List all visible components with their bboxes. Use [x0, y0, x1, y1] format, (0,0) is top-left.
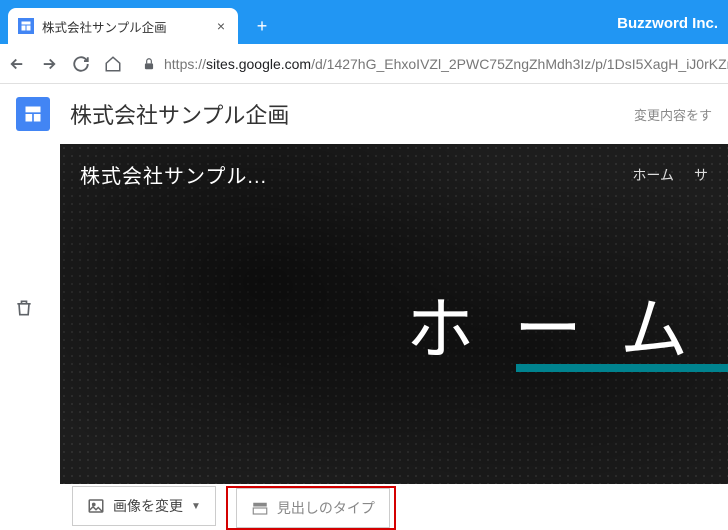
save-status: 変更内容をす [634, 105, 712, 124]
annotation-highlight: 見出しのタイプ [226, 486, 396, 530]
browser-toolbar: https://sites.google.com/d/1427hG_EhxoIV… [0, 44, 728, 84]
home-button[interactable] [104, 55, 122, 73]
url-text: https://sites.google.com/d/1427hG_EhxoIV… [164, 56, 728, 72]
editor-area: 株式会社サンプル... ホーム サ ホーム 画像を変更 ▼ 見出しのタイプ [60, 144, 728, 530]
nav-link-next[interactable]: サ [694, 165, 708, 185]
tab-close-icon[interactable]: × [214, 19, 228, 33]
header-controls: 画像を変更 ▼ 見出しのタイプ [72, 486, 396, 530]
change-image-button[interactable]: 画像を変更 ▼ [72, 486, 216, 526]
app-header: 株式会社サンプル企画 変更内容をす [0, 84, 728, 144]
forward-button[interactable] [40, 55, 58, 73]
heading-type-label: 見出しのタイプ [277, 498, 375, 518]
sites-logo-icon[interactable] [16, 97, 50, 131]
site-nav: ホーム サ [632, 165, 708, 185]
lock-icon [142, 57, 156, 71]
document-title[interactable]: 株式会社サンプル企画 [70, 98, 289, 130]
page-header-section[interactable]: 株式会社サンプル... ホーム サ ホーム [60, 144, 728, 484]
hero-text-selection [516, 364, 728, 372]
window-brand: Buzzword Inc. [617, 15, 728, 44]
tab-title: 株式会社サンプル企画 [42, 17, 206, 36]
site-header-bar: 株式会社サンプル... ホーム サ [80, 160, 708, 189]
browser-tab[interactable]: 株式会社サンプル企画 × [8, 8, 238, 44]
chevron-down-icon: ▼ [191, 501, 201, 512]
heading-type-button[interactable]: 見出しのタイプ [236, 488, 390, 528]
new-tab-button[interactable]: + [248, 12, 276, 40]
sites-favicon [18, 18, 34, 34]
reload-button[interactable] [72, 55, 90, 73]
browser-titlebar: 株式会社サンプル企画 × + Buzzword Inc. [0, 0, 728, 44]
address-bar[interactable]: https://sites.google.com/d/1427hG_EhxoIV… [136, 56, 728, 72]
header-layout-icon [251, 499, 269, 517]
back-button[interactable] [8, 55, 26, 73]
nav-link-home[interactable]: ホーム [632, 165, 674, 185]
hero-heading[interactable]: ホーム [386, 274, 728, 373]
site-title[interactable]: 株式会社サンプル... [80, 160, 267, 189]
image-icon [87, 497, 105, 515]
delete-section-button[interactable] [10, 294, 38, 322]
change-image-label: 画像を変更 [113, 496, 183, 516]
